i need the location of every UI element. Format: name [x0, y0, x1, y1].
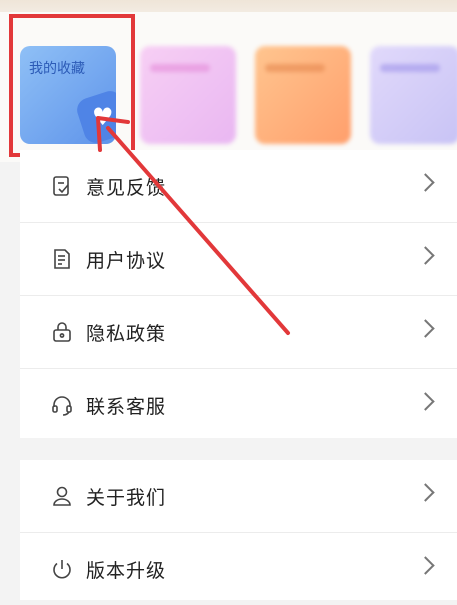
chevron-right-icon: [416, 483, 435, 502]
menu-item-version-upgrade[interactable]: 版本升级: [20, 533, 457, 605]
menu-item-label: 联系客服: [86, 395, 167, 418]
menu-item-label: 意见反馈: [86, 176, 167, 199]
shortcut-card-2[interactable]: [140, 46, 236, 144]
chevron-right-icon: [416, 173, 435, 192]
chevron-right-icon: [416, 392, 435, 411]
menu-item-feedback[interactable]: 意见反馈: [20, 150, 457, 223]
menu-item-about-us[interactable]: 关于我们: [20, 460, 457, 533]
menu-item-label: 版本升级: [86, 559, 167, 582]
menu-item-label: 关于我们: [86, 486, 167, 509]
document-icon: [50, 247, 74, 271]
menu-item-user-agreement[interactable]: 用户协议: [20, 223, 457, 296]
chevron-right-icon: [416, 556, 435, 575]
menu-panel-1: 意见反馈 用户协议 隐私政策 联系客服: [20, 150, 457, 438]
menu-item-label: 隐私政策: [86, 322, 167, 345]
menu-item-privacy[interactable]: 隐私政策: [20, 296, 457, 369]
chevron-right-icon: [416, 246, 435, 265]
headset-icon: [50, 393, 74, 417]
shortcut-card-4[interactable]: [370, 46, 457, 144]
lock-icon: [50, 320, 74, 344]
chevron-right-icon: [416, 319, 435, 338]
menu-item-customer-service[interactable]: 联系客服: [20, 369, 457, 441]
user-icon: [50, 484, 74, 508]
highlight-box: [9, 14, 135, 157]
shortcut-card-3[interactable]: [255, 46, 351, 144]
power-icon: [50, 557, 74, 581]
feedback-icon: [50, 174, 74, 198]
menu-panel-2: 关于我们 版本升级: [20, 460, 457, 600]
menu-item-label: 用户协议: [86, 249, 167, 272]
